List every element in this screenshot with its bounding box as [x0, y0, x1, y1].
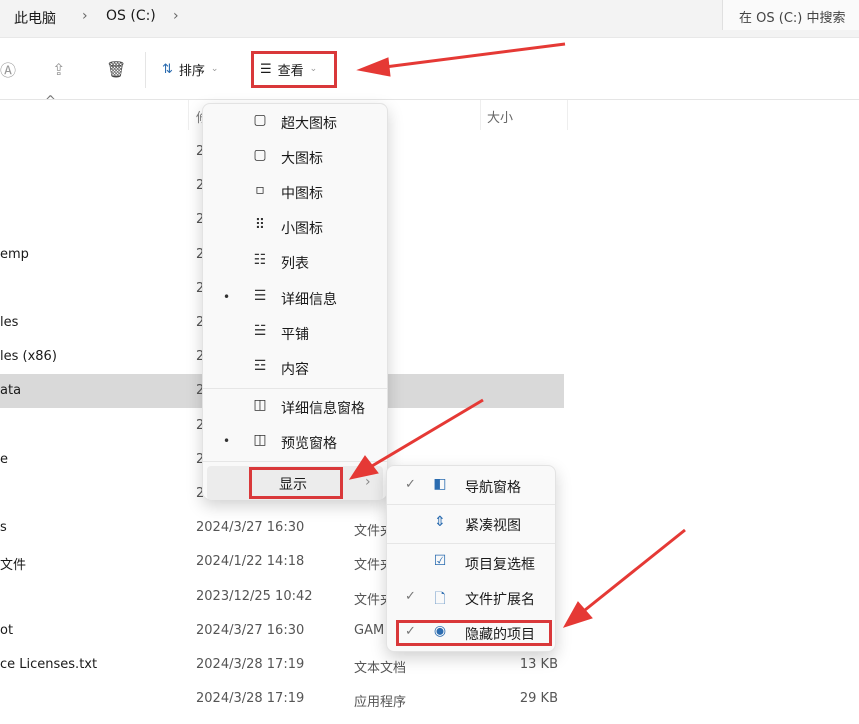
- annotation-arrows: [348, 42, 686, 628]
- arrow-line: [584, 528, 686, 612]
- arrow-head: [348, 455, 379, 480]
- arrow-head: [356, 57, 391, 77]
- arrow-line: [384, 42, 566, 69]
- arrow-head: [562, 601, 593, 628]
- arrow-line: [371, 398, 484, 468]
